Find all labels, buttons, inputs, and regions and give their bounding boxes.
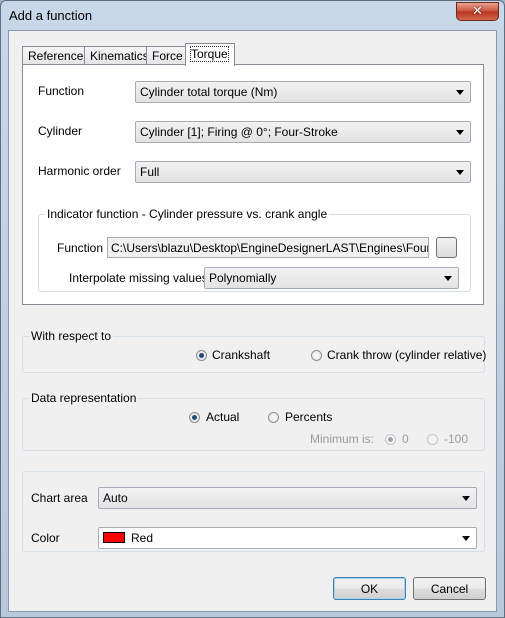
chevron-down-icon — [456, 130, 464, 135]
interpolate-label: Interpolate missing values: — [69, 271, 212, 285]
add-function-dialog: Add a function ✕ Reference Kinematics Fo… — [0, 0, 505, 618]
color-label: Color — [31, 531, 60, 545]
chevron-down-icon — [462, 536, 470, 541]
crank-throw-radio[interactable] — [311, 350, 322, 361]
title-bar[interactable]: Add a function ✕ — [1, 1, 504, 29]
cylinder-label: Cylinder — [38, 124, 83, 138]
browse-button[interactable] — [436, 237, 457, 258]
indicator-function-group: Indicator function - Cylinder pressure v… — [38, 207, 471, 292]
chevron-down-icon — [462, 496, 470, 501]
tab-force[interactable]: Force — [146, 46, 186, 65]
actual-label[interactable]: Actual — [206, 410, 239, 424]
chevron-down-icon — [456, 90, 464, 95]
torque-tab-panel: Function Cylinder total torque (Nm) Cyli… — [22, 64, 484, 305]
chevron-down-icon — [456, 170, 464, 175]
close-button[interactable]: ✕ — [456, 2, 499, 21]
chart-area-dropdown[interactable]: Auto — [98, 487, 477, 509]
harmonic-order-value: Full — [140, 165, 160, 179]
minimum-zero-radio[interactable] — [385, 434, 396, 445]
dialog-client-area: Reference Kinematics Force Torque Functi… — [8, 30, 497, 612]
color-dropdown[interactable]: Red — [98, 527, 477, 549]
ok-button[interactable]: OK — [333, 577, 406, 600]
window-title: Add a function — [9, 8, 93, 23]
minimum-zero-label[interactable]: 0 — [402, 432, 409, 446]
tab-reference[interactable]: Reference — [22, 46, 85, 65]
tab-kinematics[interactable]: Kinematics — [84, 46, 149, 65]
data-representation-title: Data representation — [29, 391, 139, 405]
data-representation-group: Data representation Actual Percents Mini… — [22, 391, 485, 451]
cancel-button[interactable]: Cancel — [413, 577, 486, 600]
chart-area-label: Chart area — [31, 491, 88, 505]
percents-label[interactable]: Percents — [285, 410, 332, 424]
tab-torque-label: Torque — [190, 46, 229, 62]
percents-radio[interactable] — [268, 412, 279, 423]
interpolate-dropdown[interactable]: Polynomially — [204, 267, 459, 289]
color-value: Red — [131, 531, 154, 545]
indicator-function-title: Indicator function - Cylinder pressure v… — [45, 207, 330, 221]
minimum-minus100-radio[interactable] — [427, 434, 438, 445]
with-respect-to-title: With respect to — [29, 329, 114, 343]
minimum-minus100-label[interactable]: -100 — [444, 432, 468, 446]
harmonic-order-dropdown[interactable]: Full — [135, 161, 471, 183]
crankshaft-label[interactable]: Crankshaft — [212, 348, 270, 362]
crankshaft-radio[interactable] — [196, 350, 207, 361]
function-dropdown-value: Cylinder total torque (Nm) — [140, 85, 278, 99]
indicator-function-label: Function — [57, 241, 104, 255]
harmonic-order-label: Harmonic order — [38, 164, 121, 178]
crank-throw-label[interactable]: Crank throw (cylinder relative) — [327, 348, 486, 362]
chart-area-value: Auto — [103, 491, 128, 505]
with-respect-to-group: With respect to Crankshaft Crank throw (… — [22, 329, 486, 373]
chevron-down-icon — [444, 276, 452, 281]
color-swatch — [103, 532, 125, 543]
actual-radio[interactable] — [189, 412, 200, 423]
close-icon: ✕ — [472, 4, 483, 19]
function-dropdown[interactable]: Cylinder total torque (Nm) — [135, 81, 471, 103]
function-label: Function — [38, 84, 85, 98]
cylinder-dropdown-value: Cylinder [1]; Firing @ 0°; Four-Stroke — [140, 125, 338, 139]
chart-settings-group: Chart area Auto Color Red — [22, 471, 485, 552]
interpolate-value: Polynomially — [209, 271, 277, 285]
minimum-is-label: Minimum is: — [310, 432, 375, 446]
tab-torque[interactable]: Torque — [185, 43, 235, 66]
indicator-function-path[interactable]: C:\Users\blazu\Desktop\EngineDesignerLAS… — [107, 237, 429, 258]
cylinder-dropdown[interactable]: Cylinder [1]; Firing @ 0°; Four-Stroke — [135, 121, 471, 143]
